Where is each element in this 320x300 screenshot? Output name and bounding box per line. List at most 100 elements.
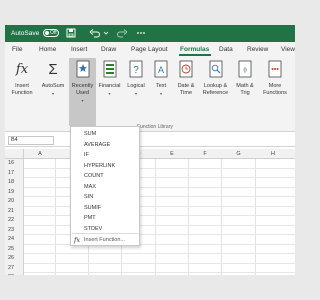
text-button[interactable]: A Text ▾ bbox=[150, 58, 172, 97]
logical-button[interactable]: ? Logical ▾ bbox=[124, 58, 148, 97]
recently-used-label-2: Used bbox=[76, 90, 89, 96]
more-functions-label-1: More bbox=[268, 83, 282, 89]
name-box[interactable]: B4 bbox=[8, 136, 54, 145]
table-row: 26 bbox=[5, 254, 295, 264]
lookup-reference-button[interactable]: Lookup & Reference bbox=[200, 58, 231, 97]
table-row: 18 bbox=[5, 178, 295, 188]
column-header-f[interactable]: F bbox=[189, 151, 221, 157]
menu-item-insert-function[interactable]: Insert Function... bbox=[84, 237, 125, 243]
menu-item-sum[interactable]: SUM bbox=[84, 131, 96, 137]
tab-insert[interactable]: Insert bbox=[71, 46, 87, 53]
menu-item-stdev[interactable]: STDEV bbox=[84, 226, 102, 232]
lookup-reference-label-1: Lookup & bbox=[203, 83, 228, 89]
insert-function-label-2: Function bbox=[11, 90, 33, 96]
ribbon-tabs: File Home Insert Draw Page Layout Formul… bbox=[5, 42, 295, 56]
column-header-e[interactable]: E bbox=[156, 151, 188, 157]
menu-item-sumif[interactable]: SUMIF bbox=[84, 205, 101, 211]
function-library-group-label: Function Library bbox=[137, 124, 173, 130]
table-row: 19 bbox=[5, 187, 295, 197]
customize-toolbar-icon[interactable] bbox=[136, 28, 146, 38]
row-header[interactable]: 26 bbox=[5, 254, 24, 264]
math-trig-label-2: Trig bbox=[240, 90, 250, 96]
formula-bar: B4 bbox=[5, 133, 295, 147]
column-header-h[interactable]: H bbox=[256, 151, 290, 157]
row-header[interactable]: 20 bbox=[5, 197, 24, 207]
column-header-a[interactable]: A bbox=[25, 151, 55, 157]
chevron-down-icon: ▾ bbox=[51, 91, 54, 96]
tab-view[interactable]: View bbox=[281, 46, 295, 53]
tab-formulas[interactable]: Formulas bbox=[180, 46, 209, 53]
date-time-button[interactable]: Date & Time bbox=[173, 58, 199, 97]
column-header-g[interactable]: G bbox=[222, 151, 255, 157]
autosave-toggle[interactable]: Off bbox=[43, 29, 59, 37]
row-header[interactable]: 23 bbox=[5, 225, 24, 235]
select-all-corner[interactable] bbox=[5, 149, 24, 159]
menu-item-sin[interactable]: SIN bbox=[84, 194, 93, 200]
more-functions-button[interactable]: More Functions bbox=[258, 58, 292, 97]
math-book-icon: θ bbox=[238, 60, 252, 78]
toggle-knob bbox=[45, 31, 49, 35]
menu-divider bbox=[72, 233, 139, 234]
insert-function-button[interactable]: fx Insert Function bbox=[9, 58, 35, 97]
more-book-icon bbox=[268, 60, 282, 78]
row-header[interactable]: 25 bbox=[5, 244, 24, 254]
fx-icon: fx bbox=[15, 61, 29, 77]
tab-review[interactable]: Review bbox=[247, 46, 268, 53]
table-row: 21 bbox=[5, 206, 295, 216]
logical-label: Logical bbox=[127, 83, 145, 89]
redo-icon[interactable] bbox=[116, 28, 128, 38]
recently-used-label-1: Recently bbox=[71, 83, 94, 89]
more-functions-label-2: Functions bbox=[263, 90, 287, 96]
row-header[interactable]: 16 bbox=[5, 159, 24, 169]
menu-item-hyperlink[interactable]: HYPERLINK bbox=[84, 163, 115, 169]
date-time-label-2: Time bbox=[179, 90, 193, 96]
menu-item-pmt[interactable]: PMT bbox=[84, 215, 96, 221]
save-icon[interactable] bbox=[66, 28, 76, 38]
menu-item-count[interactable]: COUNT bbox=[84, 173, 104, 179]
row-header[interactable]: 21 bbox=[5, 206, 24, 216]
table-row: 23 bbox=[5, 225, 295, 235]
row-header[interactable]: 17 bbox=[5, 168, 24, 178]
sigma-icon: Σ bbox=[48, 60, 58, 78]
spreadsheet-grid[interactable]: A B C D E F G H 16 17 18 19 20 21 22 23 … bbox=[5, 149, 295, 275]
recently-used-button[interactable]: Recently Used ▾ bbox=[69, 58, 96, 126]
table-row: 16 bbox=[5, 159, 295, 169]
table-row: 20 bbox=[5, 197, 295, 207]
menu-item-if[interactable]: IF bbox=[84, 152, 89, 158]
row-header[interactable]: 18 bbox=[5, 178, 24, 188]
tab-draw[interactable]: Draw bbox=[101, 46, 116, 53]
table-row: 22 bbox=[5, 216, 295, 226]
table-row: 27 bbox=[5, 263, 295, 273]
financial-button[interactable]: Financial ▾ bbox=[97, 58, 122, 97]
tab-page-layout[interactable]: Page Layout bbox=[131, 46, 168, 53]
text-book-icon: A bbox=[154, 60, 168, 78]
row-header[interactable]: 24 bbox=[5, 235, 24, 245]
financial-label: Financial bbox=[98, 83, 121, 89]
row-header[interactable]: 28 bbox=[5, 273, 24, 275]
fx-icon: fx bbox=[74, 236, 81, 244]
column-header-bar: A B C D E F G H bbox=[5, 149, 295, 159]
tab-home[interactable]: Home bbox=[39, 46, 56, 53]
title-bar: AutoSave Off bbox=[5, 25, 295, 42]
autosum-button[interactable]: Σ AutoSum ▾ bbox=[39, 58, 67, 97]
tab-data[interactable]: Data bbox=[219, 46, 233, 53]
math-trig-button[interactable]: θ Math & Trig bbox=[233, 58, 257, 97]
lookup-reference-label-2: Reference bbox=[202, 90, 229, 96]
star-book-icon bbox=[76, 60, 89, 78]
menu-item-max[interactable]: MAX bbox=[84, 184, 96, 190]
undo-icon[interactable] bbox=[89, 28, 101, 38]
table-row: 25 bbox=[5, 244, 295, 254]
table-row: 24 bbox=[5, 235, 295, 245]
insert-function-label-1: Insert bbox=[15, 83, 29, 89]
row-header[interactable]: 19 bbox=[5, 187, 24, 197]
lookup-book-icon bbox=[209, 60, 222, 78]
undo-dropdown-icon[interactable] bbox=[103, 28, 109, 38]
row-header[interactable]: 27 bbox=[5, 263, 24, 273]
tab-file[interactable]: File bbox=[12, 46, 22, 53]
menu-item-average[interactable]: AVERAGE bbox=[84, 142, 110, 148]
table-row: 17 bbox=[5, 168, 295, 178]
math-trig-label-1: Math & bbox=[236, 83, 254, 89]
row-header[interactable]: 22 bbox=[5, 216, 24, 226]
text-label: Text bbox=[155, 83, 167, 89]
autosave-label: AutoSave bbox=[11, 30, 40, 37]
